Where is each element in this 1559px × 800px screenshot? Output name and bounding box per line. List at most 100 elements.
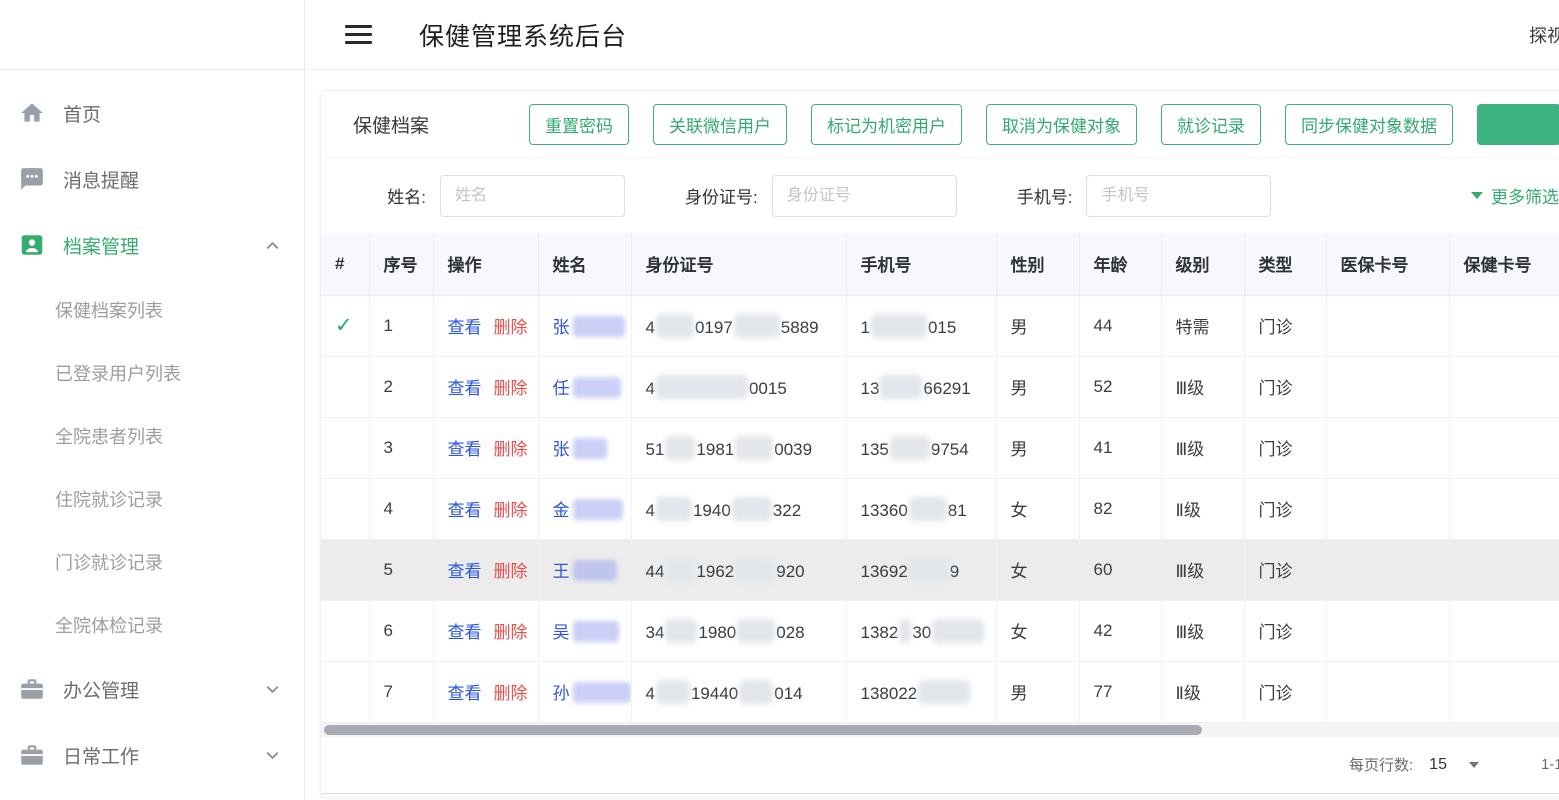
delete-link[interactable]: 删除 [494, 318, 528, 337]
age-cell: 44 [1079, 295, 1161, 356]
gender-cell: 男 [996, 661, 1079, 722]
more-filters-label: 更多筛选 [1491, 183, 1559, 208]
id-number-cell: 41940322 [631, 478, 846, 539]
sidebar-item-daily-work[interactable]: 日常工作 [0, 722, 304, 788]
seq-cell: 2 [369, 356, 433, 417]
name-link[interactable]: 王 [553, 562, 617, 581]
phone-filter-input[interactable] [1086, 175, 1271, 217]
sidebar-item-home[interactable]: 首页 [0, 80, 304, 146]
view-link[interactable]: 查看 [448, 623, 482, 642]
column-header-4: 身份证号 [631, 233, 846, 295]
rows-per-page-caret-icon[interactable] [1469, 762, 1479, 768]
health-card-cell [1449, 661, 1559, 722]
sidebar-subitem-label: 已登录用户列表 [55, 360, 181, 386]
table-row[interactable]: 4查看删除金419403221336081女82Ⅱ级门诊 [321, 478, 1559, 539]
more-filters-link[interactable]: 更多筛选 [1471, 183, 1559, 208]
hamburger-menu-icon[interactable] [345, 20, 372, 49]
view-link[interactable]: 查看 [448, 684, 482, 703]
name-link[interactable]: 孙 [553, 684, 631, 703]
sidebar-header [0, 0, 304, 70]
seq-cell: 1 [369, 295, 433, 356]
toolbar-extra-button[interactable] [1477, 104, 1559, 145]
table-body: ✓1查看删除张4019758891015男44特需门诊2查看删除任4001513… [321, 295, 1559, 722]
chevron-up-icon [263, 236, 282, 255]
delete-link[interactable]: 删除 [494, 684, 528, 703]
view-link[interactable]: 查看 [448, 379, 482, 398]
health-card-cell [1449, 478, 1559, 539]
sync-healthcare-data-button[interactable]: 同步保健对象数据 [1285, 104, 1453, 145]
id-number-cell: 401975889 [631, 295, 846, 356]
delete-link[interactable]: 删除 [494, 623, 528, 642]
sidebar: 首页消息提醒档案管理保健档案列表已登录用户列表全院患者列表住院就诊记录门诊就诊记… [0, 0, 305, 800]
sidebar-subitem-archive-list[interactable]: 保健档案列表 [0, 278, 304, 341]
redacted-blur [909, 558, 949, 582]
table-row[interactable]: 2查看删除任400151366291男52Ⅲ级门诊 [321, 356, 1559, 417]
sidebar-item-office[interactable]: 办公管理 [0, 656, 304, 722]
sidebar-subitem-label: 全院体检记录 [55, 612, 163, 638]
id-number-filter-input[interactable] [772, 175, 957, 217]
delete-link[interactable]: 删除 [494, 440, 528, 459]
reset-password-button[interactable]: 重置密码 [529, 104, 629, 145]
name-link[interactable]: 任 [553, 379, 621, 398]
table-row[interactable]: 3查看删除张51198100391359754男41Ⅲ级门诊 [321, 417, 1559, 478]
view-link[interactable]: 查看 [448, 318, 482, 337]
check-icon: ✓ [335, 314, 353, 337]
redacted-blur [665, 558, 695, 582]
horizontal-scrollbar[interactable] [321, 723, 1559, 737]
sidebar-subitem-all-patients[interactable]: 全院患者列表 [0, 404, 304, 467]
row-select-cell [321, 600, 369, 661]
delete-link[interactable]: 删除 [494, 501, 528, 520]
gender-cell: 男 [996, 417, 1079, 478]
table-row[interactable]: 5查看删除王441962920136929女60Ⅲ级门诊 [321, 539, 1559, 600]
actions-cell: 查看删除 [433, 478, 538, 539]
view-link[interactable]: 查看 [448, 562, 482, 581]
scrollbar-thumb[interactable] [324, 725, 1202, 735]
level-cell: Ⅲ级 [1161, 539, 1244, 600]
table-row[interactable]: ✓1查看删除张4019758891015男44特需门诊 [321, 295, 1559, 356]
toolbar-buttons: 重置密码关联微信用户标记为机密用户取消为保健对象就诊记录同步保健对象数据 [529, 104, 1559, 145]
topbar-right-link[interactable]: 探视 [1529, 0, 1559, 70]
sidebar-subitem-inpatient-records[interactable]: 住院就诊记录 [0, 467, 304, 530]
sidebar-item-label: 首页 [63, 100, 101, 127]
phone-cell: 1359754 [846, 417, 996, 478]
phone-cell: 1336081 [846, 478, 996, 539]
view-link[interactable]: 查看 [448, 501, 482, 520]
delete-link[interactable]: 删除 [494, 379, 528, 398]
name-link[interactable]: 张 [553, 440, 607, 459]
level-cell: Ⅱ级 [1161, 661, 1244, 722]
column-header-9: 类型 [1244, 233, 1326, 295]
name-filter-input[interactable] [440, 175, 625, 217]
sidebar-item-label: 日常工作 [63, 742, 139, 769]
mark-confidential-button[interactable]: 标记为机密用户 [811, 104, 962, 145]
sidebar-subitem-checkup-records[interactable]: 全院体检记录 [0, 593, 304, 656]
gender-cell: 男 [996, 356, 1079, 417]
rows-per-page-value[interactable]: 15 [1429, 756, 1447, 774]
sidebar-item-messages[interactable]: 消息提醒 [0, 146, 304, 212]
column-header-5: 手机号 [846, 233, 996, 295]
table-row[interactable]: 6查看删除吴341980028138230女42Ⅲ级门诊 [321, 600, 1559, 661]
actions-cell: 查看删除 [433, 661, 538, 722]
view-link[interactable]: 查看 [448, 440, 482, 459]
name-link[interactable]: 张 [553, 318, 625, 337]
sidebar-subitem-logged-in-users[interactable]: 已登录用户列表 [0, 341, 304, 404]
row-select-cell [321, 478, 369, 539]
page-title: 保健档案 [353, 111, 429, 138]
delete-link[interactable]: 删除 [494, 562, 528, 581]
name-link[interactable]: 吴 [553, 623, 619, 642]
name-link[interactable]: 金 [553, 501, 623, 520]
id-number-filter: 身份证号: [685, 175, 957, 217]
id-number-cell: 5119810039 [631, 417, 846, 478]
actions-cell: 查看删除 [433, 417, 538, 478]
cancel-healthcare-target-button[interactable]: 取消为保健对象 [986, 104, 1137, 145]
id-number-filter-label: 身份证号: [685, 183, 758, 208]
visit-records-button[interactable]: 就诊记录 [1161, 104, 1261, 145]
table-row[interactable]: 7查看删除孙419440014138022男77Ⅱ级门诊 [321, 661, 1559, 722]
sidebar-subitem-outpatient-records[interactable]: 门诊就诊记录 [0, 530, 304, 593]
gender-cell: 男 [996, 295, 1079, 356]
link-wechat-user-button[interactable]: 关联微信用户 [653, 104, 787, 145]
health-card-cell [1449, 417, 1559, 478]
chevron-down-icon [263, 680, 282, 699]
level-cell: Ⅲ级 [1161, 417, 1244, 478]
sidebar-item-archives[interactable]: 档案管理 [0, 212, 304, 278]
type-cell: 门诊 [1244, 295, 1326, 356]
